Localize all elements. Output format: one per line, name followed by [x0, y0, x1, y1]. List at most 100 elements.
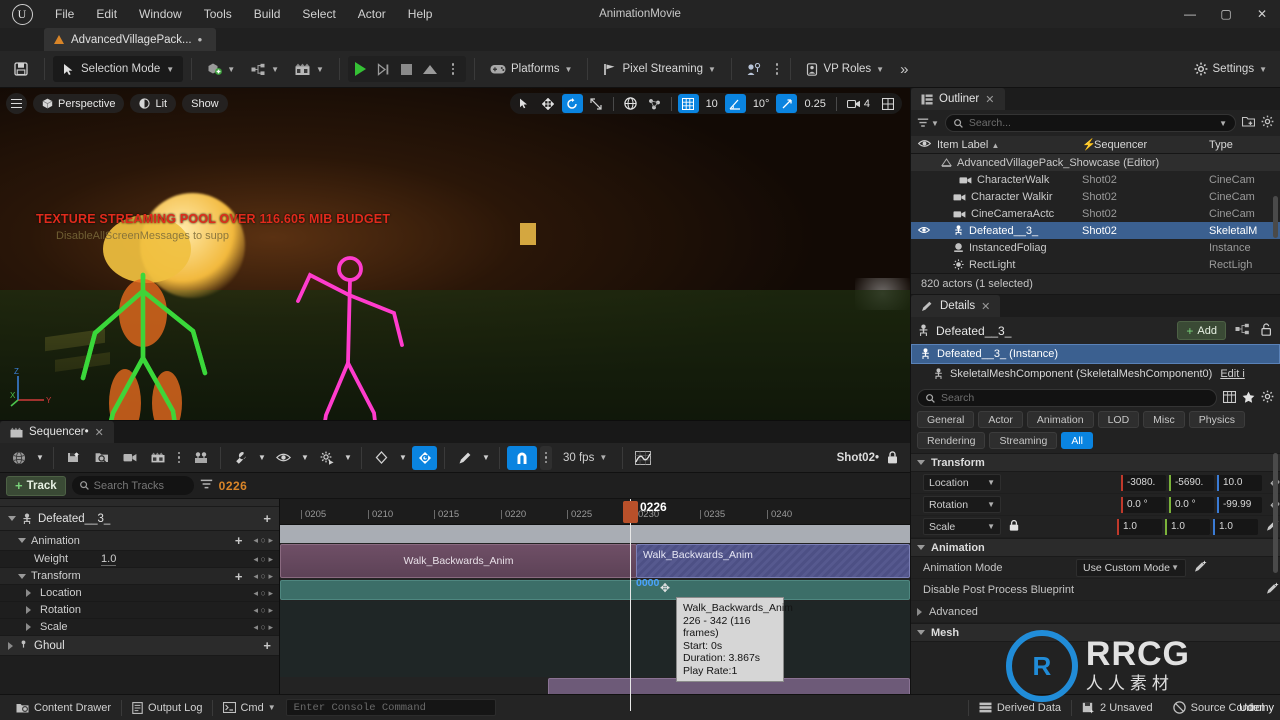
scale-z[interactable]: 1.0 — [1213, 518, 1258, 535]
details-settings-icon[interactable] — [1261, 390, 1274, 406]
find-sequence-icon[interactable] — [89, 446, 114, 470]
outliner-col-sequencer[interactable]: Sequencer — [1094, 139, 1209, 151]
scale-y[interactable]: 1.0 — [1165, 518, 1210, 535]
add-actor-button[interactable]: ▼ — [200, 56, 242, 82]
settings-dropdown[interactable]: Settings ▼ — [1187, 56, 1274, 82]
details-search-input[interactable]: Search — [917, 389, 1217, 407]
details-add-button[interactable]: + Add — [1177, 321, 1226, 340]
track-row-location[interactable]: Location ◂ ○ ▸ — [0, 585, 279, 602]
blueprint-button[interactable]: ▼ — [244, 56, 286, 82]
sequencer-eye-icon[interactable] — [271, 446, 296, 470]
snap-toggle-icon[interactable] — [507, 445, 537, 470]
filter-chip-all[interactable]: All — [1061, 432, 1093, 449]
render-movie-icon[interactable] — [145, 446, 170, 470]
rotation-y[interactable]: 0.0 ° — [1168, 496, 1214, 513]
sequencer-actions-icon[interactable] — [173, 446, 185, 470]
details-transform-section[interactable]: Transform — [911, 453, 1280, 472]
anim-clip-right[interactable]: Walk_Backwards_Anim — [636, 544, 910, 578]
filter-chip-streaming[interactable]: Streaming — [989, 432, 1058, 449]
details-component-skeletalmesh[interactable]: SkeletalMeshComponent (SkeletalMeshCompo… — [911, 364, 1280, 384]
play-button[interactable] — [350, 57, 372, 81]
location-z[interactable]: 10.0 — [1216, 474, 1262, 491]
scale-lock-icon[interactable] — [1009, 519, 1019, 534]
outliner-col-label[interactable]: Item Label ▲ — [937, 139, 1082, 151]
sequencer-timeline[interactable]: 0205 0210 0215 0220 0225 0230 0235 0240 — [280, 499, 910, 711]
menu-item-select[interactable]: Select — [291, 0, 346, 28]
track-add-icon-anim[interactable]: + — [235, 533, 243, 548]
location-mode-dropdown[interactable]: Location ▼ — [923, 474, 1001, 491]
outliner-tab[interactable]: Outliner ✕ — [911, 88, 1005, 110]
outliner-filter-button[interactable]: ▼ — [917, 118, 939, 128]
multiuser-button[interactable] — [740, 56, 770, 82]
play-options-button[interactable] — [442, 57, 464, 81]
track-value-weight[interactable]: 1.0 — [101, 553, 117, 566]
viewport-lit-dropdown[interactable]: Lit — [130, 94, 177, 113]
cmd-dropdown[interactable]: Cmd ▼ — [213, 698, 285, 718]
timeline-section-band[interactable] — [280, 525, 910, 543]
details-tab-close[interactable]: ✕ — [981, 300, 990, 313]
scale-x[interactable]: 1.0 — [1117, 518, 1162, 535]
vp-roles-dropdown[interactable]: VP Roles ▼ — [799, 56, 891, 82]
expand-arrow-icon-mesh[interactable] — [917, 630, 925, 635]
viewport-layout-icon[interactable] — [877, 94, 898, 113]
expand-arrow-icon[interactable] — [8, 516, 16, 521]
expand-arrow-icon-anim[interactable] — [18, 538, 26, 543]
platforms-dropdown[interactable]: Platforms ▼ — [483, 56, 580, 82]
sequencer-world-chevron[interactable]: ▼ — [34, 446, 46, 470]
keyframe-settings-chevron[interactable]: ▼ — [342, 446, 354, 470]
content-drawer-button[interactable]: Content Drawer — [6, 698, 121, 718]
expand-arrow-icon-ghoul[interactable] — [8, 641, 13, 650]
grid-snap-value[interactable]: 10 — [702, 98, 722, 110]
animation-mode-dropdown[interactable]: Use Custom Mode ▼ — [1076, 558, 1186, 577]
selection-mode-dropdown[interactable]: Selection Mode ▼ — [53, 56, 184, 82]
outliner-row-world[interactable]: AdvancedVillagePack_Showcase (Editor) — [911, 154, 1280, 171]
keyframe-settings-icon[interactable] — [314, 446, 339, 470]
chevron-down-icon-search[interactable]: ▼ — [1219, 119, 1227, 128]
expand-arrow-icon-advanced[interactable] — [917, 607, 922, 616]
filter-chip-actor[interactable]: Actor — [978, 411, 1023, 428]
viewport-show-dropdown[interactable]: Show — [182, 94, 228, 113]
world-coords-icon[interactable] — [620, 94, 641, 113]
sequencer-pen-chevron[interactable]: ▼ — [480, 446, 492, 470]
outliner-row-defeated[interactable]: Defeated__3_ Shot02 SkeletalM — [911, 222, 1280, 239]
maximize-button[interactable]: ▢ — [1208, 0, 1244, 28]
rotation-z[interactable]: -99.99 — [1216, 496, 1262, 513]
expand-arrow-icon-rot[interactable] — [26, 606, 31, 614]
property-row-advanced[interactable]: Advanced — [911, 601, 1280, 623]
cinematics-button[interactable]: ▼ — [288, 56, 331, 82]
outliner-scrollbar[interactable] — [1273, 196, 1278, 238]
key-nav-xf[interactable]: ◂ ○ ▸ — [254, 571, 279, 582]
details-grid-view-icon[interactable] — [1222, 390, 1237, 406]
sequencer-tab-close[interactable]: ✕ — [95, 426, 104, 439]
fps-dropdown[interactable]: 30 fps ▼ — [555, 446, 615, 470]
grid-snap-icon[interactable] — [677, 94, 699, 113]
sequencer-world-icon[interactable] — [6, 446, 31, 470]
save-button[interactable] — [6, 56, 36, 82]
sequencer-tab[interactable]: Sequencer• ✕ — [0, 421, 114, 443]
menu-item-tools[interactable]: Tools — [193, 0, 243, 28]
outliner-row-characterwalk[interactable]: CharacterWalk Shot02 CineCam — [911, 171, 1280, 188]
animation-mode-keyframe-icon[interactable] — [1194, 559, 1208, 576]
select-tool-icon[interactable] — [514, 94, 535, 113]
outliner-tab-close[interactable]: ✕ — [985, 93, 994, 106]
eject-button[interactable] — [419, 57, 441, 81]
pixel-streaming-dropdown[interactable]: Pixel Streaming ▼ — [596, 56, 722, 82]
details-component-instance[interactable]: Defeated__3_ (Instance) — [911, 344, 1280, 364]
camera-cut-icon[interactable] — [117, 446, 142, 470]
auto-key-icon[interactable] — [412, 445, 437, 470]
outliner-row-instancedfoliage[interactable]: InstancedFoliag Instance — [911, 239, 1280, 256]
outliner-row-characterwalking[interactable]: Character Walkir Shot02 CineCam — [911, 188, 1280, 205]
minimize-button[interactable]: — — [1172, 0, 1208, 28]
multiuser-options-button[interactable] — [772, 56, 783, 82]
details-star-icon[interactable] — [1242, 391, 1255, 406]
menu-item-file[interactable]: File — [44, 0, 85, 28]
filter-chip-animation[interactable]: Animation — [1026, 411, 1094, 428]
track-add-icon-xf[interactable]: + — [235, 569, 243, 584]
key-nav-rot[interactable]: ◂ ○ ▸ — [254, 605, 279, 616]
transform-clip[interactable] — [280, 580, 910, 600]
timeline-ruler[interactable]: 0205 0210 0215 0220 0225 0230 0235 0240 — [280, 499, 910, 525]
location-y[interactable]: -5690. — [1168, 474, 1214, 491]
stop-button[interactable] — [396, 57, 418, 81]
anim-clip-left[interactable]: Walk_Backwards_Anim — [280, 544, 637, 578]
disable-ppb-keyframe-icon[interactable] — [1266, 581, 1280, 598]
